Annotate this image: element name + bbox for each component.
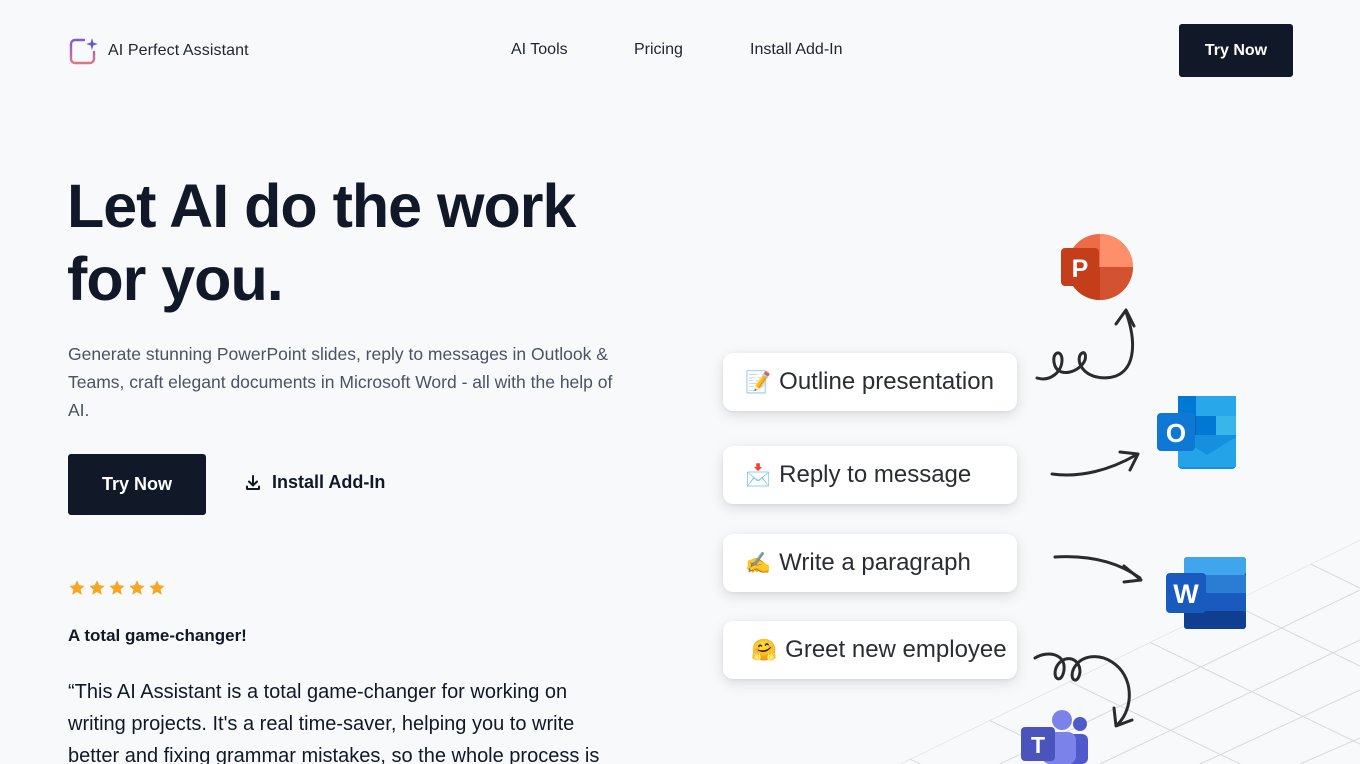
- star-icon: [89, 580, 105, 595]
- hero-title-line-2: for you.: [67, 245, 284, 313]
- envelope-arrow-icon: 📩: [745, 462, 772, 487]
- star-icon: [69, 580, 85, 595]
- brand-name: AI Perfect Assistant: [108, 42, 249, 59]
- loop-arrow-powerpoint: [1035, 310, 1135, 381]
- review-text: “This AI Assistant is a total game-chang…: [68, 681, 600, 764]
- arrowhead-word: [1122, 564, 1143, 584]
- header-try-now-button[interactable]: Try Now: [1179, 24, 1293, 77]
- star-rating: [68, 579, 166, 597]
- outlook-icon[interactable]: O: [1156, 395, 1240, 470]
- sparkle-frame-icon: [69, 38, 98, 65]
- arrowhead-teams: [1112, 706, 1134, 728]
- outlook-letter: O: [1166, 418, 1186, 448]
- teams-letter: T: [1031, 732, 1045, 758]
- star-icon: [149, 580, 165, 595]
- nav-pricing[interactable]: Pricing: [634, 41, 683, 59]
- hugging-face-icon: 🤗: [751, 637, 778, 662]
- writing-hand-icon: ✍️: [745, 550, 772, 575]
- prompt-card-greet-new-employee[interactable]: 🤗 Greet new employee: [723, 621, 1017, 679]
- install-add-in-link[interactable]: Install Add-In: [244, 472, 385, 493]
- landing-page: AI Perfect Assistant AI Tools Pricing In…: [0, 0, 1360, 764]
- prompt-card-reply-to-message[interactable]: 📩 Reply to message: [723, 446, 1017, 504]
- star-icon: [129, 580, 145, 595]
- powerpoint-letter: P: [1072, 255, 1089, 283]
- hero-try-now-button[interactable]: Try Now: [68, 454, 206, 515]
- prompt-label: Greet new employee: [785, 636, 1007, 663]
- hero-title: Let AI do the work for you.: [67, 170, 627, 316]
- prompt-label: Outline presentation: [779, 368, 994, 395]
- teams-icon[interactable]: T: [1020, 710, 1092, 764]
- word-icon[interactable]: W: [1165, 557, 1247, 630]
- nav-ai-tools[interactable]: AI Tools: [511, 41, 568, 59]
- prompt-card-outline-presentation[interactable]: 📝 Outline presentation: [723, 353, 1017, 411]
- arrow-outlook: [1050, 453, 1138, 477]
- star-icon: [109, 580, 125, 595]
- prompt-card-write-a-paragraph[interactable]: ✍️ Write a paragraph: [723, 534, 1017, 592]
- prompt-label: Write a paragraph: [779, 549, 971, 576]
- memo-icon: 📝: [745, 369, 772, 394]
- arrow-word: [1053, 555, 1142, 580]
- hero-title-line-1: Let AI do the work: [67, 172, 576, 240]
- nav-install-add-in[interactable]: Install Add-In: [750, 41, 843, 59]
- hero-subtitle: Generate stunning PowerPoint slides, rep…: [68, 344, 613, 420]
- word-letter: W: [1173, 579, 1199, 609]
- brand-logo-link[interactable]: AI Perfect Assistant: [68, 36, 249, 66]
- download-icon: [246, 474, 260, 490]
- powerpoint-icon[interactable]: P: [1060, 234, 1136, 302]
- arrowhead-outlook: [1118, 450, 1140, 472]
- install-add-in-label: Install Add-In: [272, 472, 386, 492]
- prompt-label: Reply to message: [779, 461, 972, 488]
- arrowhead-powerpoint: [1114, 308, 1136, 328]
- review-title: A total game-changer!: [68, 626, 247, 645]
